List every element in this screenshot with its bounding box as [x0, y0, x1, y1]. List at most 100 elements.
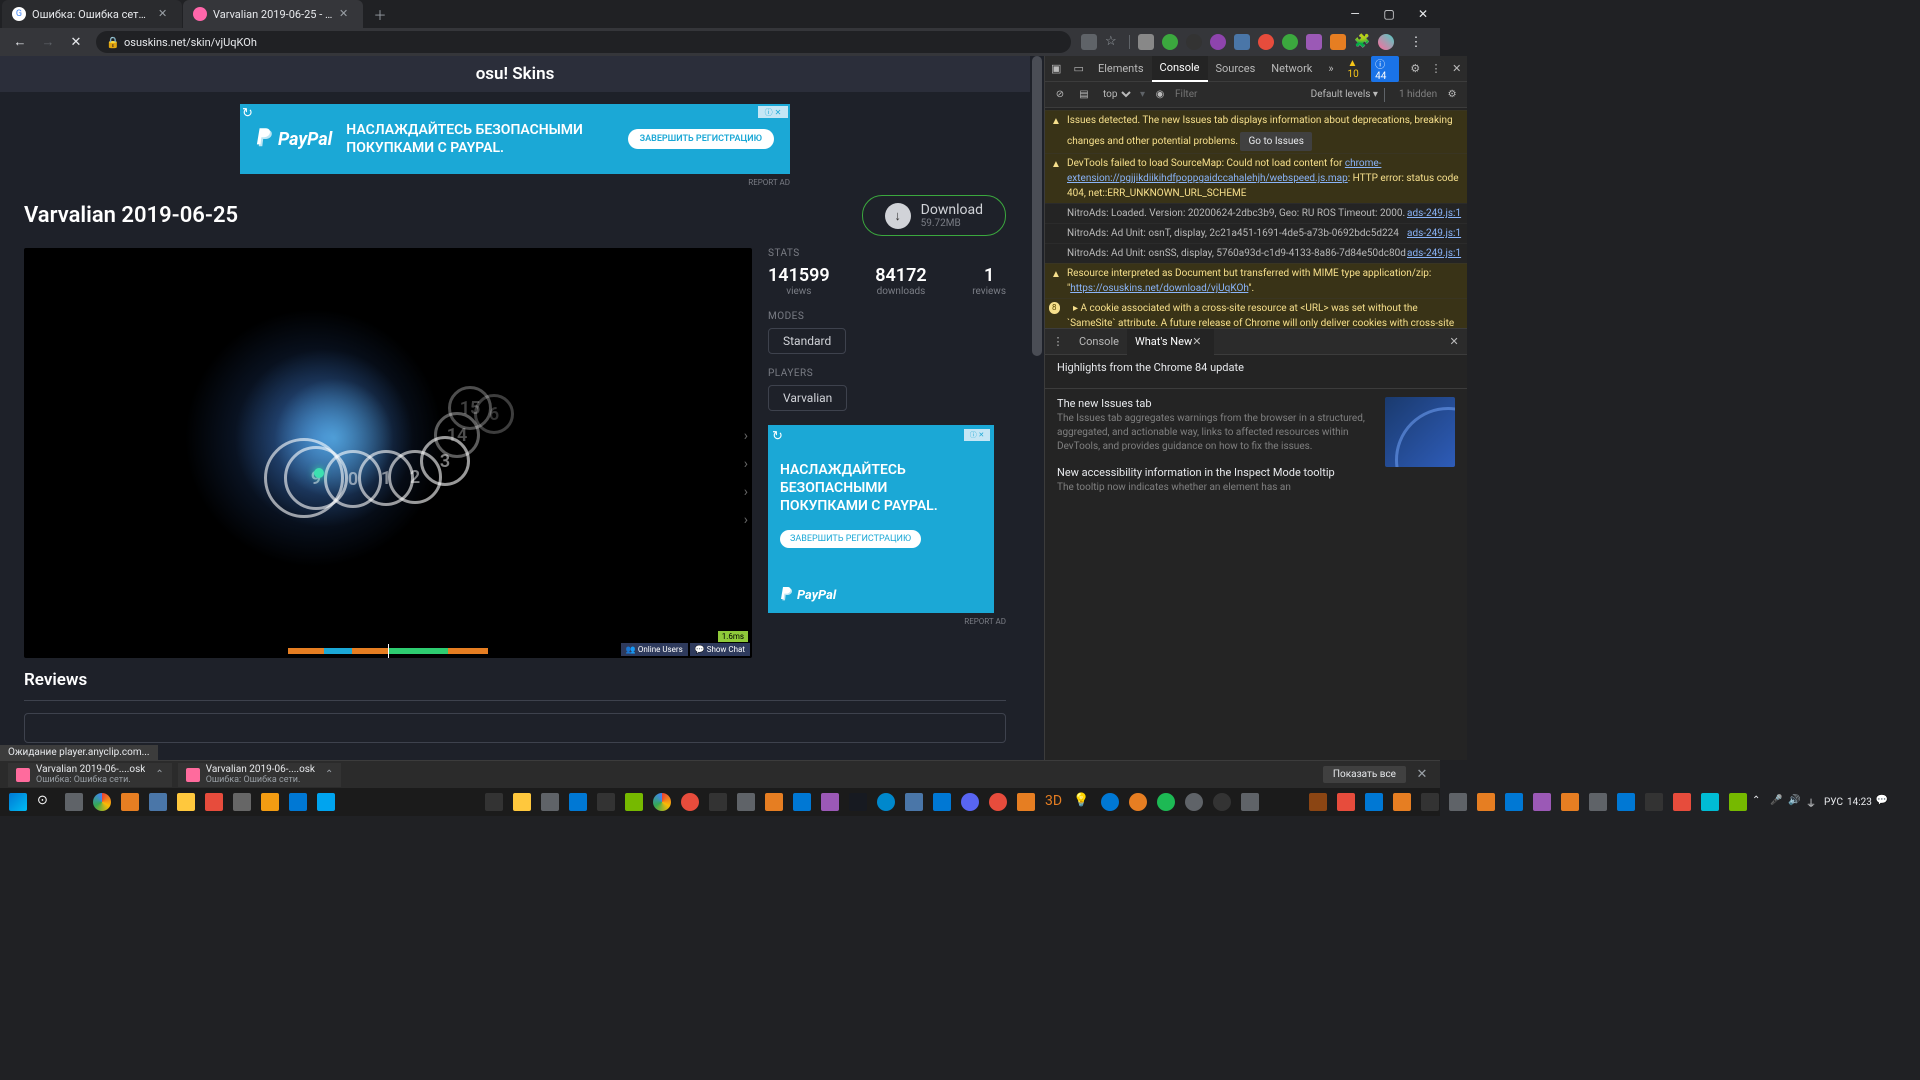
- close-icon[interactable]: ✕: [1446, 62, 1467, 75]
- clear-console-icon[interactable]: ⊘: [1051, 89, 1069, 100]
- side-ad-cta[interactable]: ЗАВЕРШИТЬ РЕГИСТРАЦИЮ: [780, 530, 921, 548]
- report-ad-link[interactable]: REPORT AD: [768, 617, 1006, 626]
- tray-app[interactable]: [1361, 789, 1387, 815]
- ad-cta-button[interactable]: ЗАВЕРШИТЬ РЕГИСТРАЦИЮ: [628, 129, 774, 149]
- menu-icon[interactable]: ⋮: [1045, 335, 1071, 348]
- whatsnew-item-title[interactable]: The new Issues tab: [1057, 397, 1373, 410]
- tray-app[interactable]: [1445, 789, 1471, 815]
- drawer-tab-whatsnew[interactable]: What's New ✕: [1127, 329, 1214, 355]
- refresh-icon[interactable]: ↻: [242, 106, 258, 122]
- tray-app[interactable]: [1669, 789, 1695, 815]
- whatsnew-item-title[interactable]: New accessibility information in the Ins…: [1057, 466, 1373, 479]
- tray-app[interactable]: [1181, 789, 1207, 815]
- ext-icon[interactable]: [1186, 34, 1202, 50]
- minimize-button[interactable]: —: [1338, 0, 1372, 28]
- close-icon[interactable]: ✕: [339, 7, 353, 21]
- tray-app[interactable]: [1613, 789, 1639, 815]
- gear-icon[interactable]: ⚙: [1405, 62, 1426, 75]
- ext-icon[interactable]: [1138, 34, 1154, 50]
- refresh-icon[interactable]: ↻: [772, 429, 786, 443]
- tray-app[interactable]: [1725, 789, 1751, 815]
- star-icon[interactable]: ☆: [1105, 34, 1121, 50]
- tab-network[interactable]: Network: [1263, 56, 1320, 82]
- tray-app[interactable]: [1305, 789, 1331, 815]
- tab-sources[interactable]: Sources: [1208, 56, 1264, 82]
- browser-tab-0[interactable]: G Ошибка: Ошибка сети - Google ✕: [2, 0, 182, 28]
- tray-app[interactable]: [1417, 789, 1443, 815]
- notifications-icon[interactable]: 💬: [1876, 795, 1890, 809]
- console-message[interactable]: ▲ Resource interpreted as Document but t…: [1045, 263, 1467, 298]
- forward-button[interactable]: →: [36, 30, 60, 54]
- tray-app[interactable]: [1153, 789, 1179, 815]
- close-button[interactable]: ✕: [1406, 0, 1440, 28]
- ext-icon[interactable]: [1210, 34, 1226, 50]
- tab-elements[interactable]: Elements: [1090, 56, 1152, 82]
- chevron-up-icon[interactable]: ⌃: [155, 769, 163, 780]
- console-message[interactable]: ▲ Issues detected. The new Issues tab di…: [1045, 110, 1467, 153]
- tray-chevron-icon[interactable]: ⌃: [1752, 795, 1766, 809]
- ext-icon[interactable]: [1258, 34, 1274, 50]
- online-users-button[interactable]: 👥 Online Users: [621, 643, 688, 656]
- start-button[interactable]: [5, 789, 31, 815]
- tray-app[interactable]: [1209, 789, 1235, 815]
- ext-icon[interactable]: [1234, 34, 1250, 50]
- console-message[interactable]: ▲ DevTools failed to load SourceMap: Cou…: [1045, 153, 1467, 203]
- tray-app[interactable]: [1697, 789, 1723, 815]
- network-icon[interactable]: ⏚: [1806, 795, 1820, 809]
- translate-icon[interactable]: [1081, 34, 1097, 50]
- tray-app[interactable]: [901, 789, 927, 815]
- sidebar-icon[interactable]: ▤: [1075, 89, 1093, 100]
- taskbar-app[interactable]: [117, 789, 143, 815]
- download-item[interactable]: Varvalian 2019-06-....osk Ошибка: Ошибка…: [8, 763, 172, 787]
- tray-app[interactable]: [733, 789, 759, 815]
- mic-icon[interactable]: 🎤: [1770, 795, 1784, 809]
- console-message[interactable]: 8 ▸ A cookie associated with a cross-sit…: [1045, 298, 1467, 328]
- taskbar-app[interactable]: [89, 789, 115, 815]
- tab-more[interactable]: »: [1320, 56, 1341, 82]
- download-button[interactable]: ↓ Download 59.72MB: [862, 195, 1006, 236]
- tray-app[interactable]: [537, 789, 563, 815]
- tray-app[interactable]: [1473, 789, 1499, 815]
- tray-app[interactable]: [1557, 789, 1583, 815]
- new-tab-button[interactable]: ＋: [368, 2, 392, 26]
- taskbar-app[interactable]: [229, 789, 255, 815]
- review-input[interactable]: [24, 713, 1006, 743]
- report-ad-link[interactable]: REPORT AD: [240, 178, 790, 187]
- close-icon[interactable]: ✕: [158, 7, 172, 21]
- console-output[interactable]: ▲ Issues detected. The new Issues tab di…: [1045, 108, 1467, 328]
- tray-app[interactable]: [1125, 789, 1151, 815]
- tray-app[interactable]: [929, 789, 955, 815]
- taskbar-app[interactable]: [173, 789, 199, 815]
- taskbar-app[interactable]: [257, 789, 283, 815]
- close-icon[interactable]: ✕: [1412, 767, 1432, 782]
- taskbar-app[interactable]: [145, 789, 171, 815]
- ad-info-close[interactable]: ⓘ ✕: [964, 429, 990, 441]
- drawer-tab-console[interactable]: Console: [1071, 329, 1127, 355]
- ext-icon[interactable]: [1330, 34, 1346, 50]
- skin-preview[interactable]: 9 0 1 2 3 14 15 6 › › › ›: [24, 248, 752, 658]
- tray-app[interactable]: [677, 789, 703, 815]
- stop-button[interactable]: ✕: [64, 30, 88, 54]
- tray-app[interactable]: [593, 789, 619, 815]
- progress-bar[interactable]: [288, 648, 488, 654]
- banner-ad[interactable]: ↻ ⓘ ✕ PayPal НАСЛАЖДАЙТЕСЬ БЕЗОПАСНЫМИ П…: [240, 104, 790, 174]
- menu-icon[interactable]: ⋮: [1426, 62, 1447, 75]
- warning-badges[interactable]: ▲ 10 ⓘ 44: [1342, 56, 1405, 82]
- ext-icon[interactable]: [1282, 34, 1298, 50]
- url-bar[interactable]: 🔒 osuskins.net/skin/vjUqKOh: [96, 31, 1071, 53]
- tray-app[interactable]: [1585, 789, 1611, 815]
- sidebar-ad[interactable]: ↻ ⓘ ✕ НАСЛАЖДАЙТЕСЬ БЕЗОПАСНЫМИ ПОКУПКАМ…: [768, 425, 994, 613]
- device-icon[interactable]: ▭: [1067, 62, 1089, 75]
- taskbar-app[interactable]: [313, 789, 339, 815]
- maximize-button[interactable]: ▢: [1372, 0, 1406, 28]
- inspect-icon[interactable]: ▣: [1045, 62, 1067, 75]
- tray-app[interactable]: [1529, 789, 1555, 815]
- context-select[interactable]: top: [1099, 88, 1134, 101]
- tray-app[interactable]: [1641, 789, 1667, 815]
- gear-icon[interactable]: ⚙: [1443, 89, 1461, 100]
- eye-icon[interactable]: ◉: [1151, 89, 1169, 100]
- taskbar-app[interactable]: [201, 789, 227, 815]
- taskbar-app[interactable]: [285, 789, 311, 815]
- tray-app[interactable]: [649, 789, 675, 815]
- language-indicator[interactable]: РУС: [1824, 797, 1843, 808]
